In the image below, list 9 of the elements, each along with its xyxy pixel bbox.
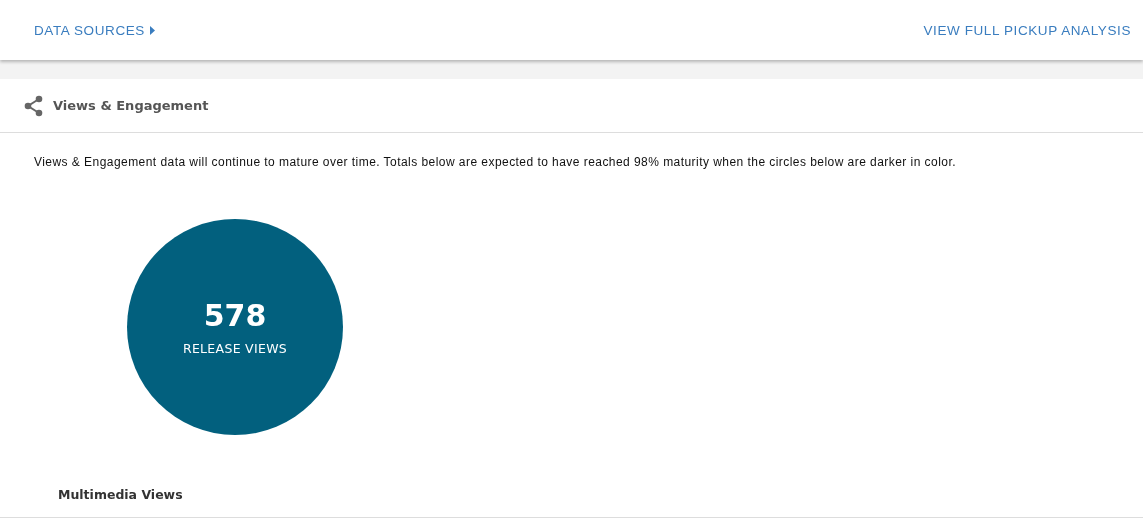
maturity-note: Views & Engagement data will continue to mature over time. Totals below are expected to have reached 98% maturity when the circles below are darker in color. [34,155,957,169]
pickup-analysis-link[interactable]: VIEW FULL PICKUP ANALYSIS [923,22,1131,38]
caret-icon [149,25,155,35]
data-sources-link[interactable]: DATA SOURCES [34,22,155,38]
metric-value: 578 [203,298,267,333]
subsection-title: Multimedia Views [58,486,183,502]
share-icon[interactable] [24,94,44,117]
section-title: Views & Engagement [53,98,209,113]
metric-label: RELEASE VIEWS [182,341,288,356]
